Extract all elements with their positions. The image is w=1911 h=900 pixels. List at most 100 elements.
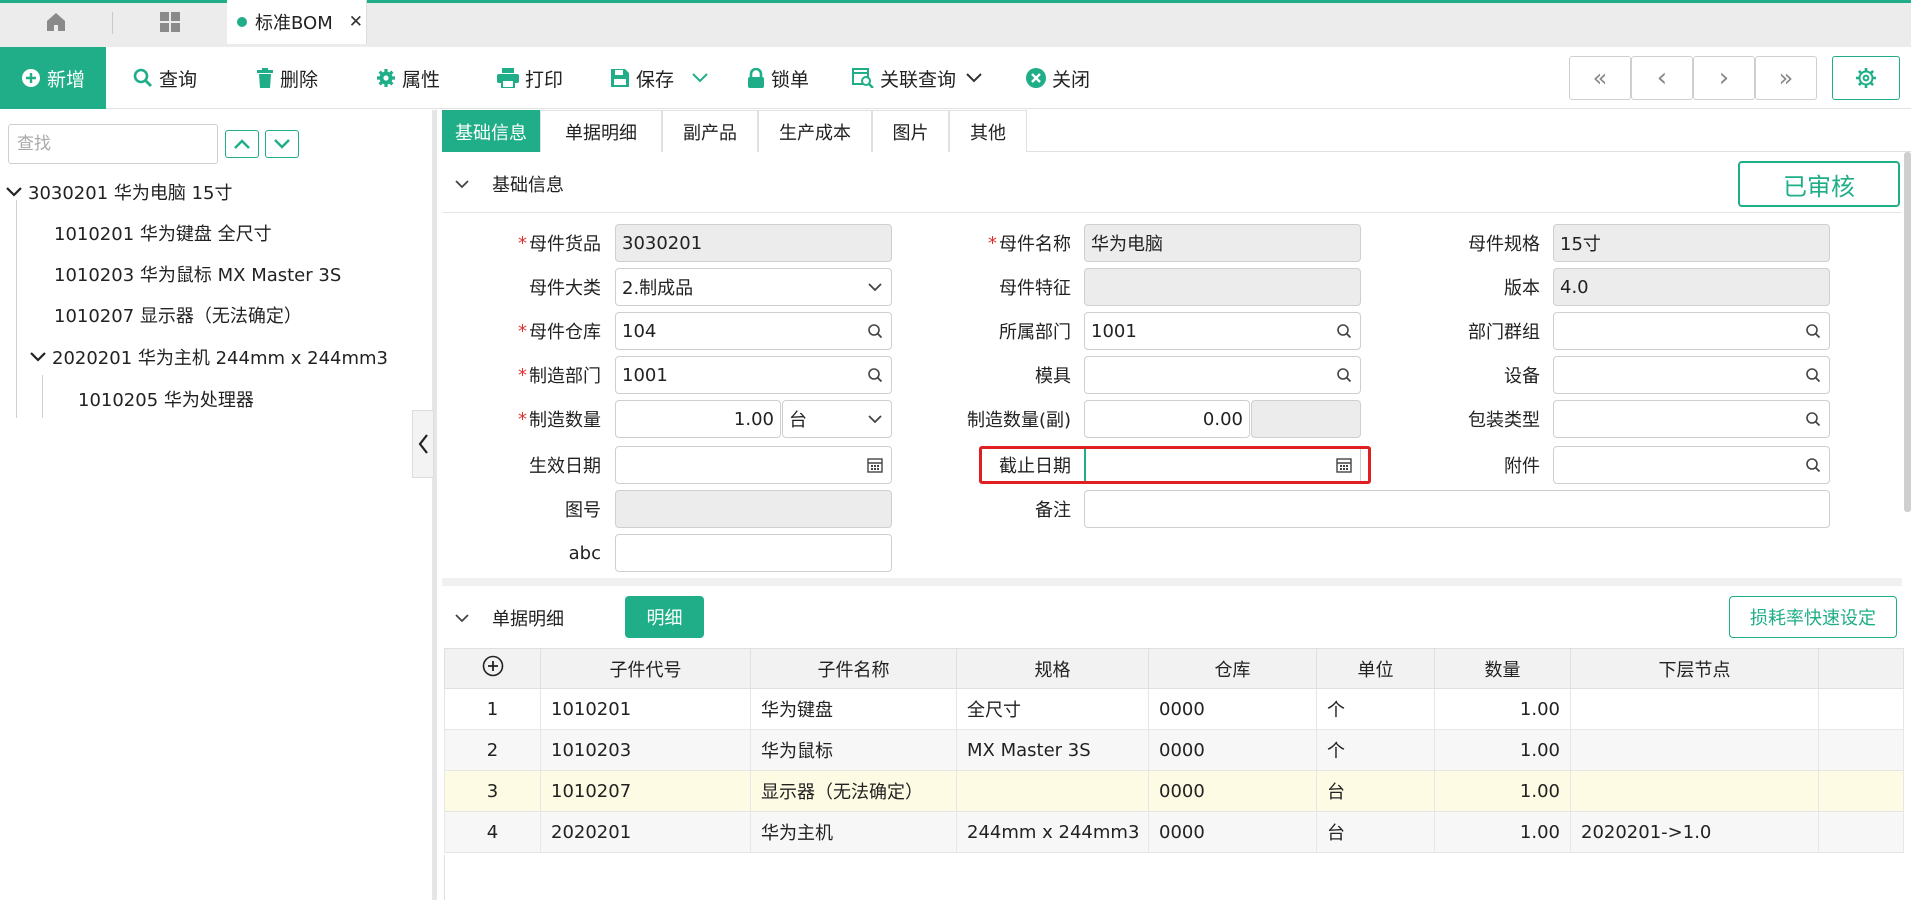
cell-spec[interactable]: 全尺寸: [956, 688, 1149, 730]
parent-spec-field[interactable]: 15寸: [1553, 224, 1830, 262]
cell-code[interactable]: 1010207: [540, 770, 751, 812]
equipment-field[interactable]: [1553, 356, 1830, 394]
cell-warehouse[interactable]: 0000: [1148, 770, 1317, 812]
cell-spec[interactable]: 244mm x 244mm3: [956, 811, 1149, 853]
cell-unit[interactable]: 台: [1316, 811, 1435, 853]
search-icon[interactable]: [1805, 323, 1821, 339]
cell-unit[interactable]: 个: [1316, 729, 1435, 771]
detail-button[interactable]: 明细: [625, 596, 704, 638]
last-record-button[interactable]: »: [1755, 56, 1817, 100]
cell-name[interactable]: 华为主机: [750, 811, 957, 853]
drawing-no-field[interactable]: [615, 490, 892, 528]
cell-qty[interactable]: 1.00: [1434, 770, 1571, 812]
tree-next-button[interactable]: [265, 130, 299, 158]
table-row-selected[interactable]: 3 1010207 显示器（无法确定） 0000 台 1.00: [444, 770, 1904, 812]
search-icon[interactable]: [867, 367, 883, 383]
col-header-unit[interactable]: 单位: [1316, 648, 1435, 689]
col-header-spec[interactable]: 规格: [956, 648, 1149, 689]
home-tab[interactable]: [0, 0, 112, 44]
tab-basic-info[interactable]: 基础信息: [442, 110, 540, 152]
cell-sub-node[interactable]: [1570, 688, 1819, 730]
effective-date-field[interactable]: [615, 446, 892, 484]
chevron-down-icon[interactable]: [966, 73, 982, 83]
cell-qty[interactable]: 1.00: [1434, 729, 1571, 771]
cell-code[interactable]: 2020201: [540, 811, 751, 853]
col-header-qty[interactable]: 数量: [1434, 648, 1571, 689]
parent-category-select[interactable]: 2.制成品: [615, 268, 892, 306]
dept-group-field[interactable]: [1553, 312, 1830, 350]
abc-field[interactable]: [615, 534, 892, 572]
tab-images[interactable]: 图片: [872, 110, 949, 152]
cell-unit[interactable]: 个: [1316, 688, 1435, 730]
tree-node[interactable]: 1010201 华为键盘 全尺寸: [54, 214, 272, 252]
first-record-button[interactable]: «: [1569, 56, 1631, 100]
mfg-unit-select[interactable]: 台: [782, 400, 892, 438]
chevron-down-icon[interactable]: [30, 352, 46, 362]
mfg-dept-field[interactable]: 1001: [615, 356, 892, 394]
tree-prev-button[interactable]: [225, 130, 259, 158]
close-button[interactable]: 关闭: [1026, 47, 1090, 109]
related-query-button[interactable]: 关联查询: [852, 47, 982, 109]
cell-qty[interactable]: 1.00: [1434, 811, 1571, 853]
remark-field[interactable]: [1084, 490, 1830, 528]
search-icon[interactable]: [1805, 411, 1821, 427]
parent-feature-field[interactable]: [1084, 268, 1361, 306]
tab-other[interactable]: 其他: [949, 110, 1027, 152]
apps-tab[interactable]: [114, 0, 226, 44]
cell-name[interactable]: 显示器（无法确定）: [750, 770, 957, 812]
cell-code[interactable]: 1010203: [540, 729, 751, 771]
cell-sub-node[interactable]: [1570, 770, 1819, 812]
search-icon[interactable]: [1336, 367, 1352, 383]
table-row[interactable]: 1 1010201 华为键盘 全尺寸 0000 个 1.00: [444, 688, 1904, 730]
tab-production-cost[interactable]: 生产成本: [758, 110, 872, 152]
cell-sub-node[interactable]: 2020201->1.0: [1570, 811, 1819, 853]
cell-warehouse[interactable]: 0000: [1148, 729, 1317, 771]
print-button[interactable]: 打印: [497, 47, 563, 109]
chevron-down-icon[interactable]: [6, 187, 22, 197]
cell-name[interactable]: 华为键盘: [750, 688, 957, 730]
form-scrollbar[interactable]: [1904, 152, 1911, 512]
cell-spec[interactable]: [956, 770, 1149, 812]
cell-warehouse[interactable]: 0000: [1148, 688, 1317, 730]
tree-node[interactable]: 1010203 华为鼠标 MX Master 3S: [54, 255, 341, 293]
collapse-pane-button[interactable]: [412, 410, 434, 478]
cell-spec[interactable]: MX Master 3S: [956, 729, 1149, 771]
basic-info-header[interactable]: 基础信息: [442, 160, 1902, 208]
close-tab-icon[interactable]: ✕: [349, 12, 363, 32]
search-icon[interactable]: [1336, 323, 1352, 339]
next-record-button[interactable]: ›: [1693, 56, 1755, 100]
search-icon[interactable]: [1805, 457, 1821, 473]
tree-node-root[interactable]: 3030201 华为电脑 15寸: [6, 173, 233, 211]
tab-detail[interactable]: 单据明细: [540, 110, 662, 152]
tree-search-input[interactable]: [8, 124, 218, 164]
parent-code-field[interactable]: 3030201: [615, 224, 892, 262]
parent-warehouse-field[interactable]: 104: [615, 312, 892, 350]
cell-name[interactable]: 华为鼠标: [750, 729, 957, 771]
search-icon[interactable]: [867, 323, 883, 339]
loss-rate-button[interactable]: 损耗率快速设定: [1729, 596, 1897, 638]
settings-button[interactable]: [1832, 56, 1900, 100]
cell-warehouse[interactable]: 0000: [1148, 811, 1317, 853]
calendar-icon[interactable]: [867, 457, 883, 473]
prev-record-button[interactable]: ‹: [1631, 56, 1693, 100]
tree-node[interactable]: 1010205 华为处理器: [78, 380, 254, 418]
mold-field[interactable]: [1084, 356, 1361, 394]
col-header-code[interactable]: 子件代号: [540, 648, 751, 689]
chevron-down-icon[interactable]: [692, 73, 708, 83]
cell-unit[interactable]: 台: [1316, 770, 1435, 812]
table-row[interactable]: 4 2020201 华为主机 244mm x 244mm3 0000 台 1.0…: [444, 811, 1904, 853]
save-button[interactable]: 保存: [610, 47, 708, 109]
mfg-qty-sub-field[interactable]: 0.00: [1084, 400, 1250, 438]
table-row[interactable]: 2 1010203 华为鼠标 MX Master 3S 0000 个 1.00: [444, 729, 1904, 771]
pack-type-field[interactable]: [1553, 400, 1830, 438]
tab-byproduct[interactable]: 副产品: [662, 110, 758, 152]
version-field[interactable]: 4.0: [1553, 268, 1830, 306]
col-header-name[interactable]: 子件名称: [750, 648, 957, 689]
lock-button[interactable]: 锁单: [747, 47, 809, 109]
pane-splitter[interactable]: [432, 110, 437, 900]
add-circle-icon[interactable]: [482, 655, 504, 677]
cell-qty[interactable]: 1.00: [1434, 688, 1571, 730]
cell-code[interactable]: 1010201: [540, 688, 751, 730]
bom-document-tab[interactable]: 标准BOM ✕: [227, 0, 367, 44]
tree-node[interactable]: 1010207 显示器（无法确定）: [54, 296, 302, 334]
